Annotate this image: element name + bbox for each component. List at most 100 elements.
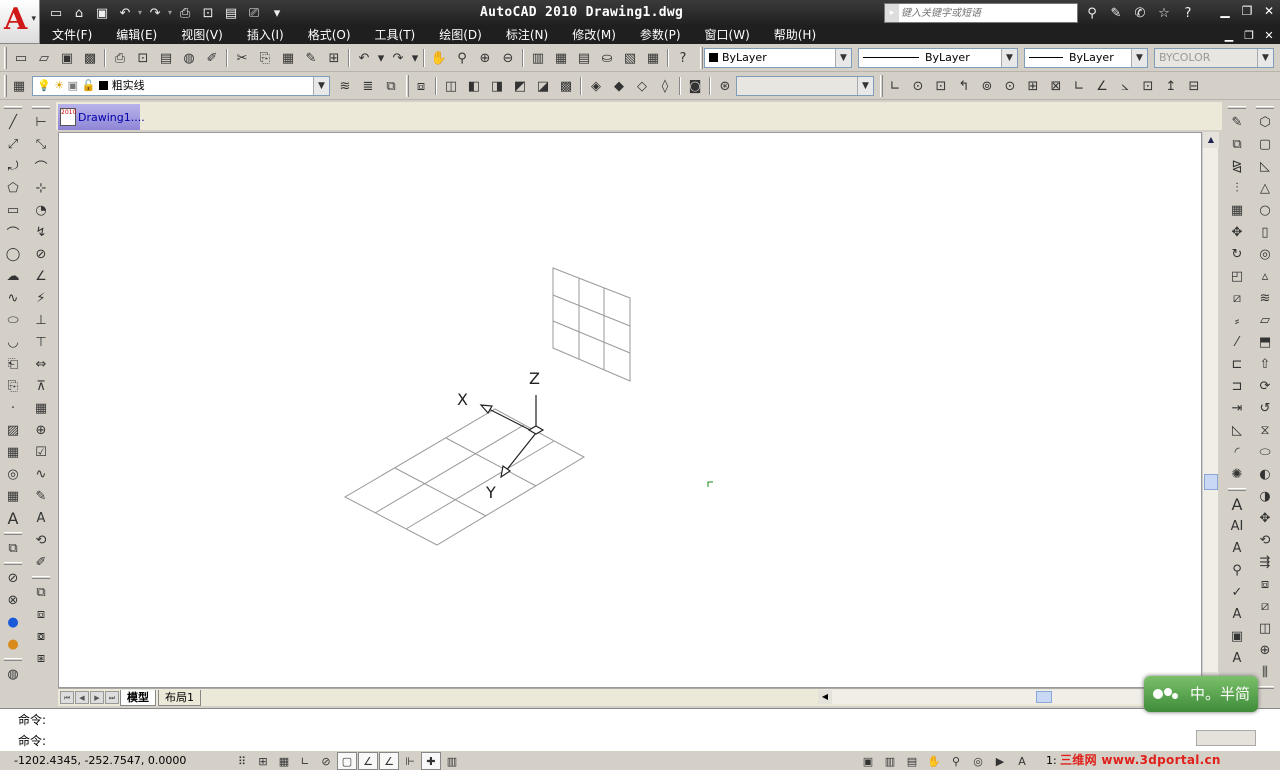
toolbar-grip[interactable]: [32, 576, 50, 579]
close-icon[interactable]: ✕: [1258, 0, 1280, 22]
chevron-down-icon[interactable]: ▼: [313, 77, 329, 95]
layout-icon[interactable]: ⧆: [30, 648, 52, 669]
cylinder-icon[interactable]: ▯: [1254, 222, 1276, 243]
layer-control[interactable]: 💡 ☀ ▣ 🔓 粗实线 ▼: [32, 76, 330, 96]
shade-icon[interactable]: ⊘: [2, 568, 24, 589]
doc-close-icon[interactable]: ✕: [1260, 26, 1278, 44]
application-menu-button[interactable]: A ▾: [0, 0, 40, 44]
text-icon[interactable]: A: [1226, 494, 1248, 515]
gradient-icon[interactable]: ▦: [2, 442, 24, 463]
next-layout-icon[interactable]: ▶: [90, 691, 104, 704]
publish-icon[interactable]: ▤: [221, 3, 241, 23]
scroll-up-icon[interactable]: ▲: [1203, 132, 1219, 148]
print-icon[interactable]: ⎙: [175, 3, 195, 23]
break-icon[interactable]: ⊐: [1226, 376, 1248, 397]
first-layout-icon[interactable]: ⏮: [60, 691, 74, 704]
ucs-previous-icon[interactable]: ⊡: [930, 75, 952, 97]
visual-styles-icon[interactable]: ◍: [2, 664, 24, 685]
ne-iso-icon[interactable]: ◇: [631, 75, 653, 97]
sphere-icon[interactable]: ○: [1254, 200, 1276, 221]
toolbar-grip[interactable]: [4, 106, 22, 109]
ucs-world-icon[interactable]: ∟: [884, 75, 906, 97]
menu-file[interactable]: 文件(F): [40, 26, 104, 44]
erase-icon[interactable]: ✎: [1226, 112, 1248, 133]
annotation-scale-value[interactable]: 1:: [1046, 754, 1057, 767]
union-icon[interactable]: ⬭: [1254, 442, 1276, 463]
interfere-icon[interactable]: ⊕: [1254, 640, 1276, 661]
quickcalc-icon[interactable]: ▦: [642, 47, 664, 69]
camera-icon[interactable]: ◙: [684, 75, 706, 97]
undo-toolbar-icon[interactable]: ↶: [353, 47, 375, 69]
jogged-dim-icon[interactable]: ↯: [30, 222, 52, 243]
chevron-down-icon[interactable]: ▼: [835, 49, 851, 67]
pan-icon[interactable]: ✋: [428, 47, 450, 69]
copy-object-icon[interactable]: ⧉: [1226, 134, 1248, 155]
plot-icon[interactable]: ⎚: [244, 3, 264, 23]
match-brush-icon[interactable]: ✎: [300, 47, 322, 69]
redo-toolbar-icon[interactable]: ↷: [387, 47, 409, 69]
cut-icon[interactable]: ✂: [231, 47, 253, 69]
vertical-scrollbar[interactable]: ▲ ▼: [1202, 132, 1219, 688]
toolbar-grip[interactable]: [1228, 106, 1246, 109]
chevron-down-icon[interactable]: ▼: [1001, 49, 1017, 67]
document-tab[interactable]: 2010 Drawing1....: [58, 104, 145, 130]
back-view-icon[interactable]: ▩: [555, 75, 577, 97]
toolbar-grip[interactable]: [4, 562, 22, 565]
undo-dropdown-icon[interactable]: ▾: [138, 3, 142, 23]
hatch-icon[interactable]: ▨: [2, 420, 24, 441]
toolbar-grip[interactable]: [700, 47, 703, 69]
left-view-icon[interactable]: ◨: [486, 75, 508, 97]
ellipse-arc-icon[interactable]: ◡: [2, 332, 24, 353]
ucs-view-icon[interactable]: ⊞: [1022, 75, 1044, 97]
menu-tools[interactable]: 工具(T): [363, 26, 428, 44]
multiline-text-icon[interactable]: A: [2, 508, 24, 529]
ucs-apply-icon[interactable]: ⊡: [1137, 75, 1159, 97]
angular-dim-icon[interactable]: ∠: [30, 266, 52, 287]
join-icon[interactable]: ⇥: [1226, 398, 1248, 419]
circle-icon[interactable]: ◯: [2, 244, 24, 265]
help-search-input[interactable]: [901, 5, 1075, 21]
chevron-down-icon[interactable]: ▼: [1131, 49, 1147, 67]
break-point-icon[interactable]: ⊏: [1226, 354, 1248, 375]
infer-constraints-icon[interactable]: ⠿: [232, 752, 252, 770]
plot-print-icon[interactable]: ⎙: [109, 47, 131, 69]
help-icon[interactable]: ?: [1178, 3, 1198, 23]
ucs-icon[interactable]: ⊛: [714, 75, 736, 97]
3d-dwf-icon[interactable]: ◍: [178, 47, 200, 69]
inspection-icon[interactable]: ☑: [30, 442, 52, 463]
layer-properties-icon[interactable]: ▦: [8, 75, 30, 97]
copy-layout-icon[interactable]: ⧉: [30, 582, 52, 603]
wedge-icon[interactable]: ◺: [1254, 156, 1276, 177]
3d-move-icon[interactable]: ✥: [1254, 508, 1276, 529]
preview-icon[interactable]: ⊡: [198, 3, 218, 23]
table-icon[interactable]: ▦: [2, 486, 24, 507]
sw-iso-icon[interactable]: ◈: [585, 75, 607, 97]
showmotion-icon[interactable]: ▶: [990, 752, 1010, 770]
restore-icon[interactable]: ❐: [1236, 0, 1258, 22]
menu-draw[interactable]: 绘图(D): [427, 26, 494, 44]
sheet-set-icon[interactable]: ⛀: [596, 47, 618, 69]
dynamic-ucs-icon[interactable]: ⊩: [400, 752, 420, 770]
dim-space-icon[interactable]: ⇔: [30, 354, 52, 375]
explode-icon[interactable]: ✺: [1226, 464, 1248, 485]
zoom-window-icon[interactable]: ⊕: [474, 47, 496, 69]
arc-icon[interactable]: ⌒: [2, 222, 24, 243]
communication-center-icon[interactable]: ✆: [1130, 3, 1150, 23]
snap-mode-icon[interactable]: ⊞: [253, 752, 273, 770]
dynamic-input-icon[interactable]: ✚: [421, 752, 441, 770]
color-control[interactable]: ByLayer ▼: [704, 48, 852, 68]
horizontal-scroll-thumb[interactable]: [1036, 691, 1052, 703]
right-view-icon[interactable]: ◩: [509, 75, 531, 97]
sweep-icon[interactable]: ⟳: [1254, 376, 1276, 397]
menu-insert[interactable]: 插入(I): [235, 26, 296, 44]
ucs-x-icon[interactable]: ∟: [1068, 75, 1090, 97]
rotate-icon[interactable]: ↻: [1226, 244, 1248, 265]
save-file-icon[interactable]: ▣: [56, 47, 78, 69]
pan-status-icon[interactable]: ✋: [924, 752, 944, 770]
toolbar-grip[interactable]: [406, 75, 409, 97]
polyline-icon[interactable]: ⤾: [2, 156, 24, 177]
text-style-icon[interactable]: A: [1226, 604, 1248, 625]
torus-icon[interactable]: ◎: [1254, 244, 1276, 265]
section-plane-icon[interactable]: ◫: [1254, 618, 1276, 639]
solid-subtract-icon[interactable]: ⧉: [2, 538, 24, 559]
